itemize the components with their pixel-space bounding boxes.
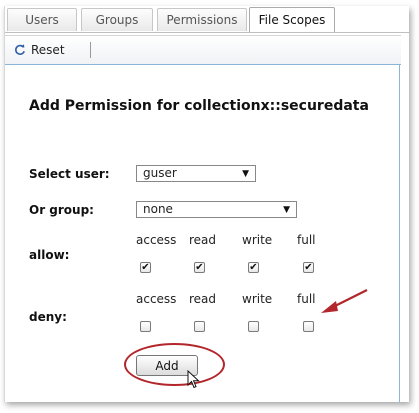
allow-full-label: full bbox=[297, 233, 316, 247]
tab-users[interactable]: Users bbox=[7, 8, 77, 31]
allow-write-label: write bbox=[242, 233, 273, 247]
annotation-arrow-icon bbox=[321, 289, 368, 313]
tab-label: File Scopes bbox=[258, 13, 326, 27]
group-label: Or group: bbox=[29, 203, 94, 217]
mouse-pointer-icon bbox=[187, 370, 200, 389]
dropdown-arrow-icon: ▼ bbox=[283, 205, 290, 215]
tab-file-scopes[interactable]: File Scopes bbox=[249, 7, 335, 32]
highlight-ellipse bbox=[124, 343, 225, 386]
tab-label: Permissions bbox=[166, 13, 238, 27]
tab-bar: Users Groups Permissions File Scopes bbox=[5, 6, 409, 33]
page-title: Add Permission for collectionx::secureda… bbox=[29, 98, 369, 114]
deny-label: deny: bbox=[29, 310, 67, 324]
deny-read-label: read bbox=[189, 292, 217, 306]
deny-full-checkbox[interactable] bbox=[303, 321, 314, 332]
allow-label: allow: bbox=[29, 248, 70, 262]
tab-label: Groups bbox=[95, 13, 139, 27]
tab-label: Users bbox=[25, 13, 59, 27]
deny-full-label: full bbox=[297, 292, 316, 306]
group-select-value: none bbox=[143, 202, 173, 216]
tab-permissions[interactable]: Permissions bbox=[157, 8, 247, 31]
reset-label: Reset bbox=[31, 43, 65, 57]
allow-full-checkbox[interactable]: ✔ bbox=[303, 262, 314, 273]
deny-access-label: access bbox=[136, 292, 177, 306]
allow-access-label: access bbox=[136, 233, 177, 247]
user-select[interactable]: guser ▼ bbox=[136, 165, 256, 182]
allow-write-checkbox[interactable]: ✔ bbox=[248, 262, 259, 273]
user-select-value: guser bbox=[143, 166, 177, 180]
deny-read-checkbox[interactable] bbox=[194, 321, 205, 332]
refresh-icon bbox=[15, 44, 25, 55]
allow-access-checkbox[interactable]: ✔ bbox=[140, 262, 151, 273]
window-frame: Users Groups Permissions File Scopes Res… bbox=[4, 6, 409, 402]
deny-write-label: write bbox=[242, 292, 273, 306]
toolbar-separator bbox=[90, 42, 91, 58]
reset-button[interactable]: Reset bbox=[13, 40, 65, 60]
add-permission-panel: Add Permission for collectionx::secureda… bbox=[5, 64, 400, 402]
tab-groups[interactable]: Groups bbox=[81, 8, 153, 31]
deny-write-checkbox[interactable] bbox=[248, 321, 259, 332]
dropdown-arrow-icon: ▼ bbox=[242, 169, 249, 179]
deny-access-checkbox[interactable] bbox=[140, 321, 151, 332]
select-user-label: Select user: bbox=[29, 167, 110, 181]
allow-read-checkbox[interactable]: ✔ bbox=[194, 262, 205, 273]
allow-read-label: read bbox=[189, 233, 217, 247]
group-select[interactable]: none ▼ bbox=[136, 201, 297, 218]
toolbar: Reset bbox=[5, 35, 401, 65]
